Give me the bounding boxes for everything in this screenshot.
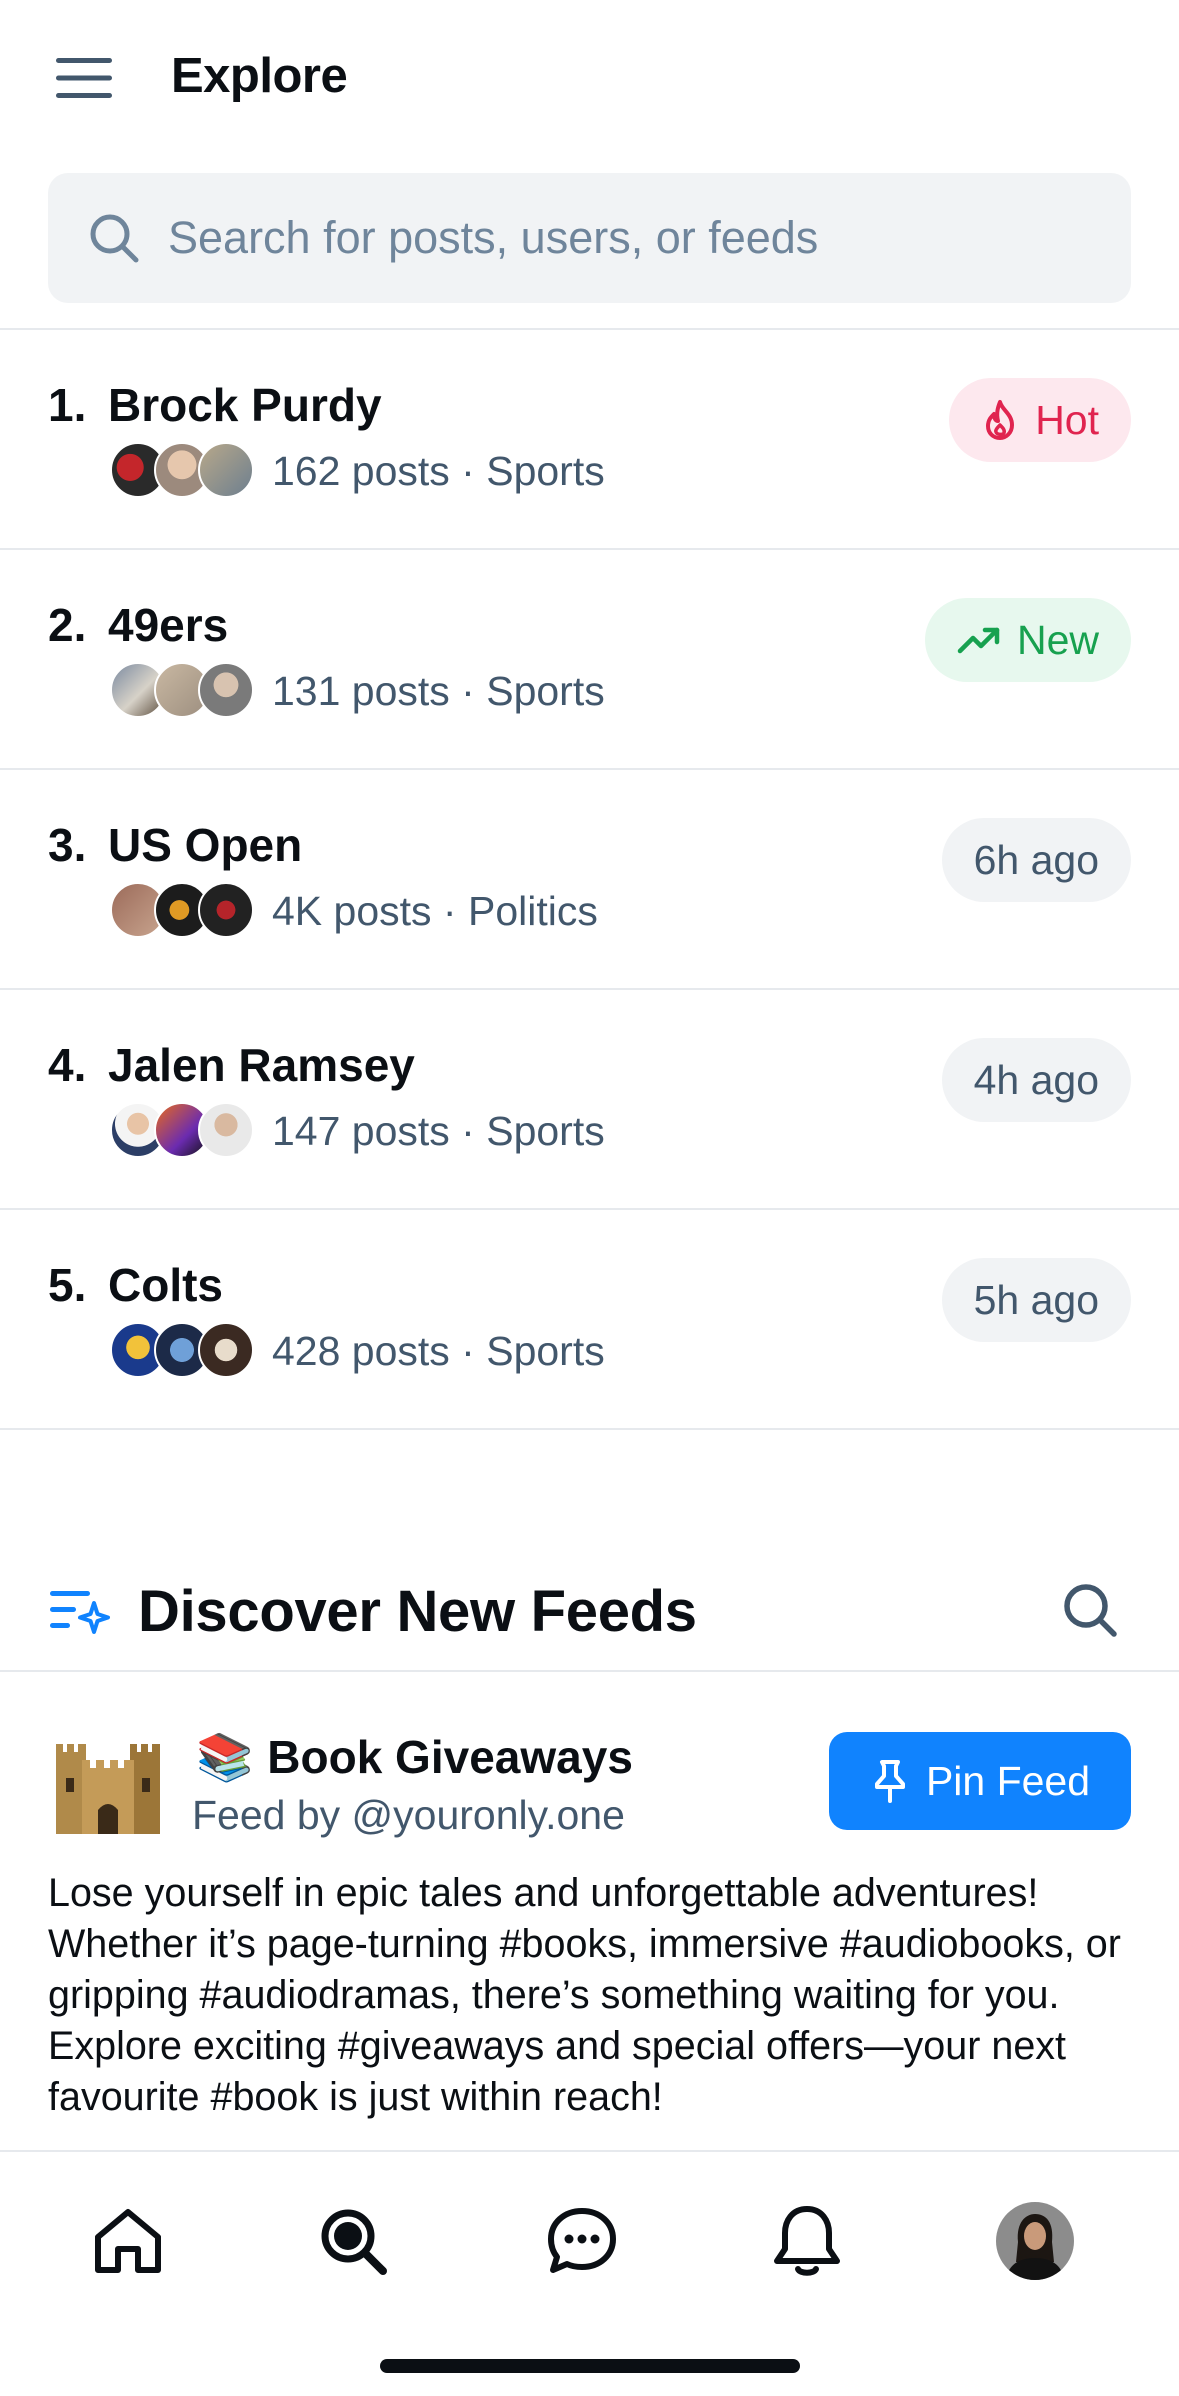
tab-messages[interactable] bbox=[537, 2196, 627, 2286]
time-badge: 5h ago bbox=[941, 1258, 1131, 1342]
profile-avatar bbox=[996, 2202, 1074, 2280]
trend-title: 5. Colts bbox=[48, 1258, 223, 1312]
bell-icon bbox=[774, 2206, 840, 2276]
time-badge: 4h ago bbox=[941, 1038, 1131, 1122]
trend-name: Colts bbox=[108, 1259, 223, 1311]
avatar bbox=[198, 1102, 254, 1158]
trend-name: Jalen Ramsey bbox=[108, 1039, 415, 1091]
hamburger-icon bbox=[56, 58, 112, 98]
trending-up-icon bbox=[957, 625, 1001, 655]
trend-name: Brock Purdy bbox=[108, 379, 382, 431]
avatar-stack bbox=[110, 1322, 254, 1378]
trending-list: 1. Brock Purdy 162 posts · Sports Hot 2. 4… bbox=[0, 330, 1179, 1430]
badge-label: 5h ago bbox=[973, 1276, 1099, 1323]
trend-rank: 2. bbox=[48, 599, 87, 651]
tab-search[interactable] bbox=[308, 2196, 398, 2286]
chat-icon bbox=[548, 2208, 616, 2273]
avatar bbox=[198, 442, 254, 498]
badge-label: New bbox=[1016, 616, 1099, 663]
hot-badge: Hot bbox=[949, 378, 1131, 462]
avatar-stack bbox=[110, 442, 254, 498]
page-title: Explore bbox=[171, 49, 348, 103]
pin-feed-button[interactable]: Pin Feed bbox=[829, 1732, 1131, 1830]
search-icon bbox=[321, 2209, 387, 2275]
search-bar[interactable] bbox=[48, 173, 1131, 303]
home-icon bbox=[95, 2209, 161, 2273]
trend-meta: 162 posts · Sports bbox=[272, 448, 605, 494]
bottom-tab-bar bbox=[0, 2150, 1179, 2396]
avatar-stack bbox=[110, 1102, 254, 1158]
trend-title: 2. 49ers bbox=[48, 598, 228, 652]
pin-icon bbox=[870, 1758, 910, 1804]
menu-button[interactable] bbox=[52, 52, 124, 112]
trend-rank: 4. bbox=[48, 1039, 87, 1091]
feed-avatar bbox=[48, 1722, 168, 1842]
sparkle-list-icon bbox=[50, 1591, 110, 1634]
avatar bbox=[198, 662, 254, 718]
trend-rank: 1. bbox=[48, 379, 87, 431]
tab-notifications[interactable] bbox=[762, 2196, 852, 2286]
trending-item[interactable]: 5. Colts 428 posts · Sports 5h ago bbox=[0, 1210, 1179, 1430]
trend-rank: 5. bbox=[48, 1259, 87, 1311]
search-input[interactable] bbox=[168, 173, 1108, 303]
search-icon[interactable] bbox=[1060, 1580, 1120, 1640]
books-emoji: 📚 bbox=[196, 1731, 254, 1783]
flame-icon bbox=[981, 399, 1019, 441]
feed-card[interactable]: 📚 Book Giveaways Feed by @youronly.one Pi… bbox=[0, 1672, 1179, 2152]
trending-item[interactable]: 4. Jalen Ramsey 147 posts · Sports 4h ago bbox=[0, 990, 1179, 1210]
trend-title: 1. Brock Purdy bbox=[48, 378, 382, 432]
section-title: Discover New Feeds bbox=[138, 1579, 697, 1644]
feed-author: Feed by @youronly.one bbox=[192, 1792, 625, 1838]
discover-feeds-header: Discover New Feeds bbox=[0, 1550, 1179, 1670]
trend-meta: 131 posts · Sports bbox=[272, 668, 605, 714]
feed-name: 📚 Book Giveaways bbox=[196, 1730, 633, 1785]
trend-meta: 4K posts · Politics bbox=[272, 888, 598, 934]
trend-meta: 147 posts · Sports bbox=[272, 1108, 605, 1154]
feed-title: Book Giveaways bbox=[267, 1731, 633, 1783]
castle-icon bbox=[48, 1722, 168, 1842]
badge-label: Hot bbox=[1035, 396, 1099, 443]
trending-item[interactable]: 1. Brock Purdy 162 posts · Sports Hot bbox=[0, 330, 1179, 550]
trend-meta: 428 posts · Sports bbox=[272, 1328, 605, 1374]
time-badge: 6h ago bbox=[941, 818, 1131, 902]
tab-profile[interactable] bbox=[990, 2196, 1080, 2286]
badge-label: 6h ago bbox=[973, 836, 1099, 883]
avatar-stack bbox=[110, 662, 254, 718]
trend-name: US Open bbox=[108, 819, 303, 871]
new-badge: New bbox=[924, 598, 1131, 682]
avatar bbox=[198, 1322, 254, 1378]
search-icon bbox=[90, 214, 139, 263]
feed-description: Lose yourself in epic tales and unforget… bbox=[48, 1871, 1121, 2119]
trend-rank: 3. bbox=[48, 819, 87, 871]
trend-title: 3. US Open bbox=[48, 818, 302, 872]
trend-title: 4. Jalen Ramsey bbox=[48, 1038, 415, 1092]
avatar-stack bbox=[110, 882, 254, 938]
trending-item[interactable]: 3. US Open 4K posts · Politics 6h ago bbox=[0, 770, 1179, 990]
trend-name: 49ers bbox=[108, 599, 229, 651]
trending-item[interactable]: 2. 49ers 131 posts · Sports New bbox=[0, 550, 1179, 770]
home-indicator bbox=[380, 2359, 800, 2373]
header: Explore bbox=[0, 0, 1179, 160]
tab-home[interactable] bbox=[83, 2196, 173, 2286]
pin-feed-label: Pin Feed bbox=[925, 1757, 1091, 1804]
avatar bbox=[198, 882, 254, 938]
badge-label: 4h ago bbox=[973, 1056, 1099, 1103]
